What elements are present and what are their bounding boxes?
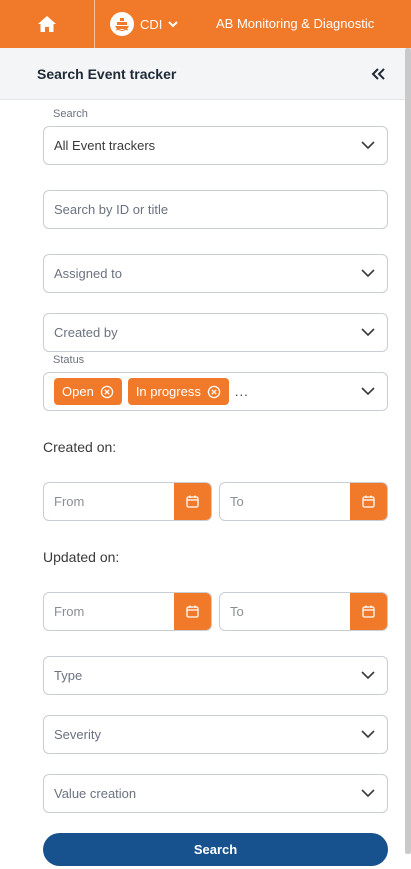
home-button[interactable]	[0, 0, 95, 48]
chevron-down-icon	[361, 671, 375, 680]
severity-placeholder: Severity	[54, 727, 101, 742]
chevron-down-icon	[361, 141, 375, 150]
search-type-value: All Event trackers	[54, 138, 156, 153]
home-icon	[38, 16, 56, 32]
calendar-button[interactable]	[350, 483, 387, 520]
status-chip-label: In progress	[135, 384, 201, 399]
search-label: Search	[53, 108, 88, 120]
created-from-placeholder: From	[54, 494, 85, 509]
updated-from-placeholder: From	[54, 604, 85, 619]
vessel-selector[interactable]: CDI	[110, 0, 179, 48]
chevron-down-icon	[361, 387, 375, 396]
chevron-down-icon	[361, 730, 375, 739]
updated-to-placeholder: To	[230, 604, 244, 619]
chevron-down-icon	[361, 269, 375, 278]
assigned-to-placeholder: Assigned to	[54, 266, 122, 281]
vessel-name: CDI	[140, 16, 163, 32]
updated-from-date[interactable]: From	[43, 592, 212, 631]
ship-icon	[110, 12, 134, 36]
status-more-indicator: ...	[234, 384, 249, 399]
calendar-icon	[362, 495, 375, 508]
search-type-select[interactable]: All Event trackers	[43, 126, 388, 165]
calendar-button[interactable]	[174, 483, 211, 520]
assigned-to-select[interactable]: Assigned to	[43, 254, 388, 293]
calendar-icon	[186, 495, 199, 508]
updated-to-date[interactable]: To	[219, 592, 388, 631]
chevron-down-icon	[168, 20, 179, 27]
calendar-icon	[186, 605, 199, 618]
value-creation-placeholder: Value creation	[54, 786, 137, 801]
scrollbar[interactable]	[405, 48, 411, 854]
status-chip-open[interactable]: Open	[54, 378, 122, 405]
created-to-placeholder: To	[230, 494, 244, 509]
calendar-icon	[362, 605, 375, 618]
status-chip-label: Open	[62, 384, 94, 399]
chevron-down-icon	[361, 789, 375, 798]
status-label: Status	[53, 354, 85, 366]
panel-title: Search Event tracker	[37, 66, 177, 82]
chevron-down-icon	[361, 328, 375, 337]
status-chip-in-progress[interactable]: In progress	[127, 378, 229, 405]
calendar-button[interactable]	[350, 593, 387, 630]
id-title-placeholder: Search by ID or title	[54, 202, 169, 217]
calendar-button[interactable]	[174, 593, 211, 630]
type-select[interactable]: Type	[43, 656, 388, 695]
created-by-select[interactable]: Created by	[43, 313, 388, 352]
created-on-label: Created on:	[43, 439, 117, 455]
status-multiselect[interactable]: Open In progress ...	[43, 372, 388, 411]
panel-header: Search Event tracker	[0, 48, 405, 100]
value-creation-select[interactable]: Value creation	[43, 774, 388, 813]
remove-chip-icon[interactable]	[100, 385, 114, 399]
remove-chip-icon[interactable]	[207, 385, 221, 399]
severity-select[interactable]: Severity	[43, 715, 388, 754]
id-title-search-input[interactable]: Search by ID or title	[43, 190, 388, 229]
top-bar: CDI AB Monitoring & Diagnostic	[0, 0, 411, 48]
search-button[interactable]: Search	[43, 833, 388, 866]
double-chevron-left-icon[interactable]	[369, 65, 387, 83]
app-title: AB Monitoring & Diagnostic	[216, 16, 375, 31]
created-to-date[interactable]: To	[219, 482, 388, 521]
type-placeholder: Type	[54, 668, 83, 683]
created-by-placeholder: Created by	[54, 325, 118, 340]
updated-on-label: Updated on:	[43, 549, 120, 565]
created-from-date[interactable]: From	[43, 482, 212, 521]
